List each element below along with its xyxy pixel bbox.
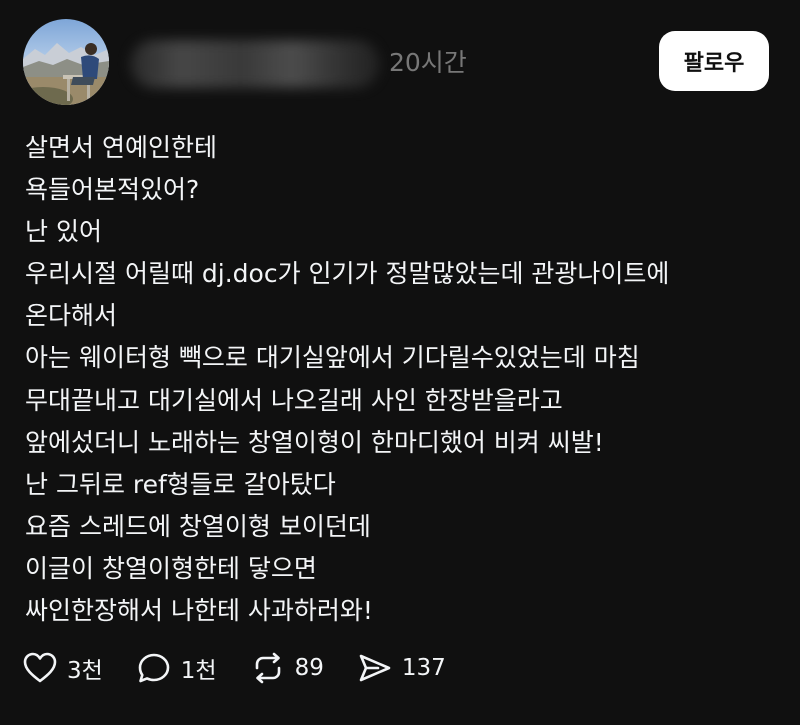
- comment-bubble-icon: [138, 653, 170, 683]
- post-body-line: 살면서 연예인한테: [25, 133, 217, 162]
- repost-count: 89: [294, 655, 324, 681]
- follow-button[interactable]: 팔로우: [659, 31, 769, 91]
- heart-icon: [23, 652, 57, 683]
- post-body-line: 아는 웨이터형 빽으로 대기실앞에서 기다릴수있었는데 마침: [25, 343, 640, 373]
- post-body-line: 무대끝내고 대기실에서 나오길래 사인 한장받을라고: [25, 385, 563, 415]
- share-count: 137: [401, 655, 446, 681]
- like-button[interactable]: 3천: [23, 651, 103, 685]
- post-body-line: 욕들어본적있어?: [25, 175, 200, 205]
- post-timestamp: 20시간: [389, 48, 467, 77]
- repost-icon: [255, 652, 280, 684]
- post-body-line: 이글이 창열이형한테 닿으면: [25, 553, 317, 583]
- send-icon: [359, 654, 391, 682]
- post-body-line: 앞에섰더니 노래하는 창열이형이 한마디했어 비켜 씨발!: [25, 427, 604, 457]
- comment-button[interactable]: 1천: [137, 651, 217, 685]
- post-body-line: 요즘 스레드에 창열이형 보이던데: [25, 511, 371, 541]
- thread-post: 20시간 팔로우 살면서 연예인한테 욕들어본적있어? 난 있어 우리시절 어릴…: [0, 0, 800, 725]
- post-body-line: 난 있어: [25, 217, 102, 247]
- share-button[interactable]: 137: [358, 652, 446, 684]
- username-redacted: [130, 40, 380, 88]
- post-body-line: 싸인한장해서 나한테 사과하러와!: [25, 596, 373, 626]
- avatar-photo: [23, 19, 109, 105]
- repost-button[interactable]: 89: [251, 652, 324, 684]
- action-bar: 3천 1천 89 137: [23, 646, 480, 690]
- post-body: 살면서 연예인한테 욕들어본적있어? 난 있어 우리시절 어릴때 dj.doc가…: [25, 127, 785, 632]
- avatar[interactable]: [23, 19, 109, 105]
- comment-count: 1천: [180, 658, 217, 684]
- like-count: 3천: [67, 658, 103, 684]
- post-body-line: 우리시절 어릴때 dj.doc가 인기가 정말많았는데 관광나이트에: [25, 259, 670, 289]
- post-body-line: 난 그뒤로 ref형들로 갈아탔다: [25, 469, 336, 499]
- post-body-line: 온다해서: [25, 301, 118, 331]
